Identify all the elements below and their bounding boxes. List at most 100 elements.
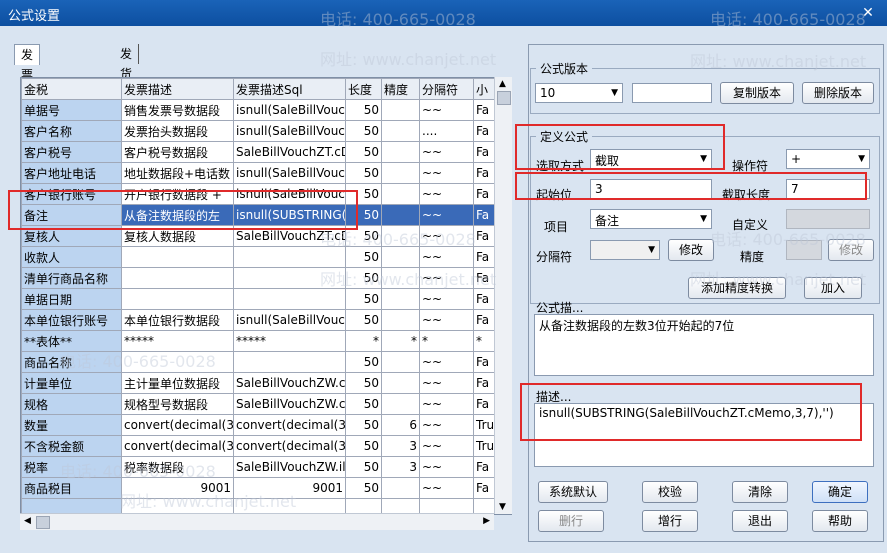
precision-modify-button[interactable]: 修改 — [828, 239, 874, 261]
table-cell[interactable]: isnull(SaleBillVouchZ — [233, 120, 346, 142]
table-cell[interactable]: 50 — [345, 288, 382, 310]
system-default-button[interactable]: 系统默认 — [538, 481, 608, 503]
table-row[interactable]: 商品税目 9001 9001 50 ~~ Fa — [21, 477, 511, 499]
table-cell[interactable]: 本单位银行数据段 — [121, 309, 234, 331]
verify-button[interactable]: 校验 — [642, 481, 698, 503]
table-cell[interactable] — [121, 288, 234, 310]
table-cell[interactable]: 9001 — [121, 477, 234, 499]
table-cell[interactable]: 50 — [345, 435, 382, 457]
table-cell[interactable]: 商品税目 — [21, 477, 122, 499]
table-cell[interactable]: 单据号 — [21, 99, 122, 121]
table-cell[interactable]: convert(decimal(30, — [233, 414, 346, 436]
table-cell[interactable]: 商品名称 — [21, 351, 122, 373]
grid-horizontal-scrollbar[interactable]: ◀ ▶ — [20, 513, 494, 530]
table-cell[interactable]: 计量单位 — [21, 372, 122, 394]
table-cell[interactable]: 主计量单位数据段 — [121, 372, 234, 394]
table-cell[interactable]: 发票抬头数据段 — [121, 120, 234, 142]
table-row[interactable]: 税率 税率数据段 SaleBillVouchZW.il 50 3 ~~ Fa — [21, 456, 511, 478]
table-cell[interactable]: 单据日期 — [21, 288, 122, 310]
table-cell[interactable]: 收款人 — [21, 246, 122, 268]
scroll-left-icon[interactable]: ◀ — [24, 516, 31, 526]
clear-button[interactable]: 清除 — [732, 481, 788, 503]
table-cell[interactable]: ~~ — [419, 204, 474, 226]
table-cell[interactable] — [381, 477, 420, 499]
table-row[interactable]: 客户地址电话地址数据段+电话数isnull(SaleBillVouchZ50 ~~… — [21, 162, 511, 184]
table-cell[interactable]: convert(decimal(30, — [121, 414, 234, 436]
table-cell[interactable] — [233, 267, 346, 289]
tab-delivery-mapping[interactable]: 发货单对应关系 — [114, 44, 140, 181]
table-cell[interactable] — [233, 288, 346, 310]
table-cell[interactable]: 销售发票号数据段 — [121, 99, 234, 121]
table-cell[interactable]: 50 — [345, 477, 382, 499]
add-row-button[interactable]: 增行 — [642, 510, 698, 532]
table-cell[interactable] — [381, 204, 420, 226]
formula-desc-textarea[interactable]: 从备注数据段的左数3位开始起的7位 — [534, 314, 874, 376]
table-cell[interactable] — [381, 225, 420, 247]
table-cell[interactable]: ~~ — [419, 372, 474, 394]
table-cell[interactable]: ***** — [233, 330, 346, 352]
table-cell[interactable]: ~~ — [419, 435, 474, 457]
table-cell[interactable]: 数量 — [21, 414, 122, 436]
table-cell[interactable]: ~~ — [419, 267, 474, 289]
table-row[interactable]: 不含税金额 convert(decimal(30, convert(decimal(… — [21, 435, 511, 457]
table-cell[interactable]: 3 — [381, 435, 420, 457]
table-row[interactable]: 客户税号 客户税号数据段 SaleBillVouchZT.cD 50 ~~ Fa — [21, 141, 511, 163]
table-cell[interactable] — [381, 99, 420, 121]
mapping-grid[interactable]: 金税 发票描述 发票描述Sql 长度 精度 分隔符小 单据号 销售发票号数据段 isnull(… — [20, 77, 512, 515]
table-cell[interactable] — [381, 162, 420, 184]
table-cell[interactable]: 50 — [345, 456, 382, 478]
table-cell[interactable]: convert(decimal(30, — [233, 435, 346, 457]
table-cell[interactable]: 50 — [345, 246, 382, 268]
table-row[interactable]: 清单行商品名称 50 ~~ Fa — [21, 267, 511, 289]
column-header[interactable]: 发票描述Sql — [233, 78, 346, 100]
table-cell[interactable]: 客户地址电话 — [21, 162, 122, 184]
table-cell[interactable]: isnull(SaleBillVouchZ — [233, 99, 346, 121]
table-cell[interactable]: ~~ — [419, 414, 474, 436]
table-row[interactable]: 客户名称发票抬头数据段isnull(SaleBillVouchZ50....Fa — [21, 120, 511, 142]
table-row[interactable]: 计量单位 主计量单位数据段 SaleBillVouchZW.cl 50 ~~ Fa — [21, 372, 511, 394]
table-cell[interactable] — [381, 246, 420, 268]
table-cell[interactable]: * — [381, 330, 420, 352]
table-row[interactable]: 单据号销售发票号数据段isnull(SaleBillVouchZ50~~Fa — [21, 99, 511, 121]
table-cell[interactable] — [381, 351, 420, 373]
table-cell[interactable] — [121, 246, 234, 268]
table-row[interactable]: 本单位银行账号本单位银行数据段isnull(SaleBillVouchZ50 ~~… — [21, 309, 511, 331]
scroll-right-icon[interactable]: ▶ — [483, 516, 490, 526]
table-cell[interactable]: 客户名称 — [21, 120, 122, 142]
table-cell[interactable]: ~~ — [419, 393, 474, 415]
table-cell[interactable]: ~~ — [419, 456, 474, 478]
table-cell[interactable]: **表体** — [21, 330, 122, 352]
table-cell[interactable]: 客户税号数据段 — [121, 141, 234, 163]
table-cell[interactable] — [381, 288, 420, 310]
column-header[interactable]: 分隔符 — [419, 78, 474, 100]
table-row[interactable]: 单据日期 50 ~~ Fa — [21, 288, 511, 310]
table-cell[interactable]: 6 — [381, 414, 420, 436]
column-header[interactable]: 发票描述 — [121, 78, 234, 100]
table-cell[interactable] — [381, 309, 420, 331]
table-cell[interactable]: 规格型号数据段 — [121, 393, 234, 415]
operator-select[interactable]: + ▼ — [786, 149, 870, 169]
exit-button[interactable]: 退出 — [732, 510, 788, 532]
precision-input[interactable] — [786, 240, 822, 260]
table-cell[interactable]: 50 — [345, 120, 382, 142]
table-cell[interactable]: 9001 — [233, 477, 346, 499]
grid-vertical-scrollbar[interactable]: ▲ ▼ — [494, 77, 512, 514]
table-cell[interactable]: * — [345, 330, 382, 352]
table-cell[interactable]: ~~ — [419, 99, 474, 121]
table-cell[interactable]: 50 — [345, 99, 382, 121]
table-cell[interactable] — [233, 351, 346, 373]
ok-button[interactable]: 确定 — [812, 481, 868, 503]
table-cell[interactable]: 50 — [345, 393, 382, 415]
table-cell[interactable]: 3 — [381, 456, 420, 478]
table-cell[interactable]: 清单行商品名称 — [21, 267, 122, 289]
table-cell[interactable] — [233, 246, 346, 268]
table-cell[interactable]: ~~ — [419, 477, 474, 499]
table-cell[interactable]: SaleBillVouchZW.cl — [233, 393, 346, 415]
column-header[interactable]: 精度 — [381, 78, 420, 100]
scroll-down-icon[interactable]: ▼ — [499, 502, 506, 512]
table-cell[interactable]: 税率数据段 — [121, 456, 234, 478]
scroll-thumb[interactable] — [497, 91, 511, 105]
table-cell[interactable] — [121, 351, 234, 373]
version-select[interactable]: 10 ▼ — [535, 83, 623, 103]
item-select[interactable]: 备注 ▼ — [590, 209, 712, 229]
